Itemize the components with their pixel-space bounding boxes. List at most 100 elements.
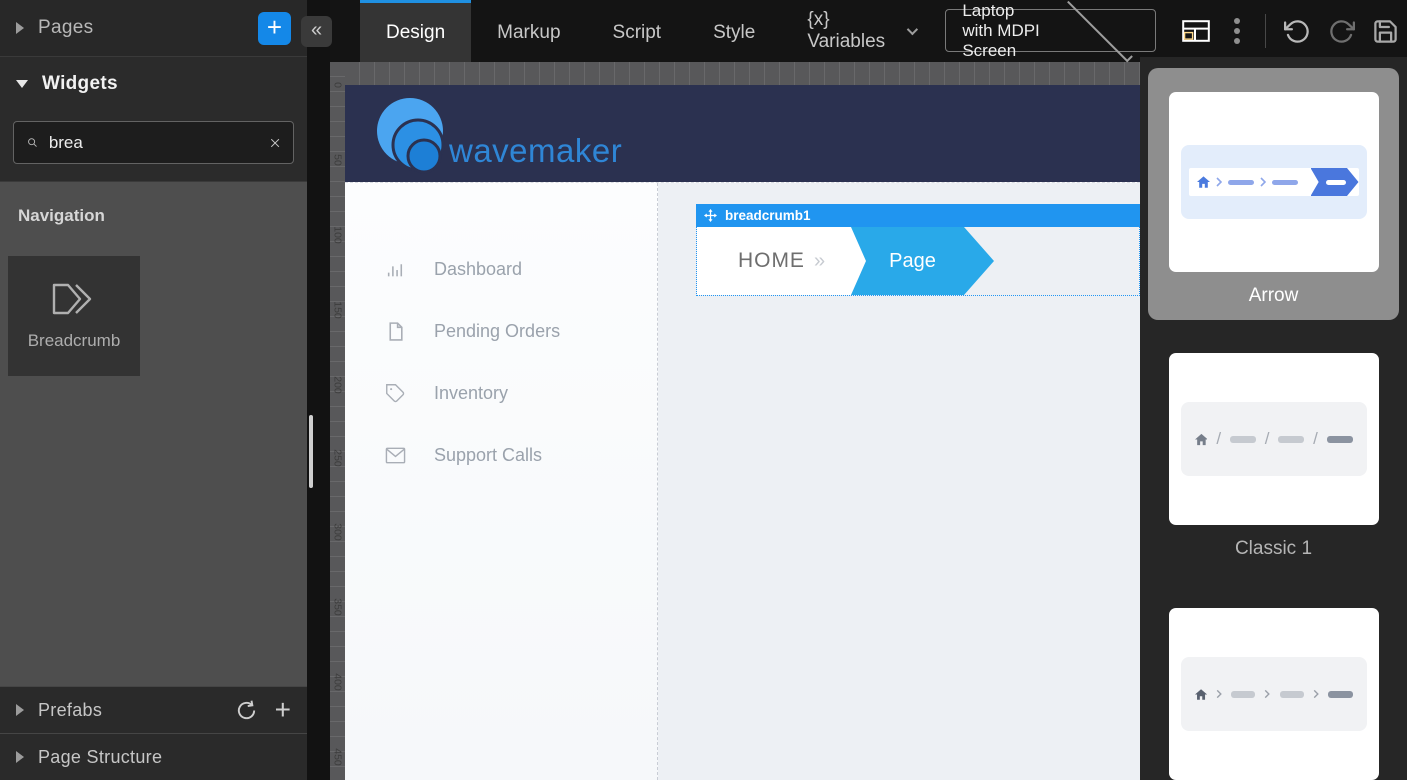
collapse-panel-button[interactable]: « <box>301 16 332 47</box>
more-options-button[interactable] <box>1218 7 1256 55</box>
editor-tabs: Design Markup Script Style <box>360 0 781 62</box>
document-icon <box>385 321 406 342</box>
widget-style-panel: Arrow / / / Classic 1 <box>1140 57 1407 780</box>
third-style-preview <box>1181 657 1367 731</box>
pages-section-header[interactable]: Pages + <box>0 0 307 57</box>
wavemaker-studio: Pages + Widgets Navigation <box>0 0 1407 780</box>
clear-search-icon[interactable] <box>270 135 280 151</box>
breadcrumb-separator: » <box>814 250 825 273</box>
breadcrumb-tile-label: Breadcrumb <box>28 331 121 351</box>
slash-separator: / <box>1216 429 1221 449</box>
style-option-label: Arrow <box>1249 285 1299 307</box>
style-option-classic1[interactable]: / / / <box>1169 353 1379 525</box>
chevron-right-icon <box>16 751 24 763</box>
ruler-label: 450 <box>331 742 345 773</box>
navigation-category-label: Navigation <box>8 206 299 226</box>
selected-widget-name: breadcrumb1 <box>725 208 811 223</box>
undo-button[interactable] <box>1275 7 1319 55</box>
ruler-label: 50 <box>331 145 345 176</box>
prefabs-section-header[interactable]: Prefabs + <box>0 686 307 733</box>
widget-search-results: Navigation Breadcrumb <box>0 182 307 686</box>
home-icon <box>1195 433 1208 446</box>
add-prefab-button[interactable]: + <box>275 698 291 722</box>
widget-search-input[interactable] <box>49 133 270 153</box>
arrow-crumb-shape <box>1311 168 1359 196</box>
widgets-section-header[interactable]: Widgets <box>0 57 307 111</box>
device-selector[interactable]: Laptop with MDPI Screen <box>945 9 1156 52</box>
app-header: wavemaker <box>345 85 1140 182</box>
menu-item-label: Pending Orders <box>434 321 560 342</box>
bar-chart-icon <box>385 259 406 280</box>
breadcrumb-widget[interactable]: HOME » Page <box>696 227 1140 296</box>
redo-button[interactable] <box>1319 7 1363 55</box>
chevron-right-icon <box>1216 688 1222 700</box>
breadcrumb-widget-selection[interactable]: breadcrumb1 HOME » Page <box>696 204 1140 296</box>
classic1-style-preview: / / / <box>1181 402 1367 476</box>
tab-script[interactable]: Script <box>587 0 688 62</box>
style-option-third[interactable] <box>1169 608 1379 780</box>
home-icon <box>1197 176 1210 188</box>
wavemaker-logo-icon <box>375 94 445 176</box>
toolbar-icons <box>1174 0 1407 62</box>
menu-item-support-calls[interactable]: Support Calls <box>345 424 657 486</box>
variables-label: {x} Variables <box>807 9 897 53</box>
tag-icon <box>385 383 406 404</box>
menu-item-dashboard[interactable]: Dashboard <box>345 238 657 300</box>
menu-item-pending-orders[interactable]: Pending Orders <box>345 300 657 362</box>
ruler-label: 0 <box>331 70 345 101</box>
chevron-down-icon <box>1067 0 1133 62</box>
home-icon <box>1195 688 1207 701</box>
layout-panel-button[interactable] <box>1174 7 1218 55</box>
breadcrumb-widget-tile[interactable]: Breadcrumb <box>8 256 140 376</box>
horizontal-ruler <box>345 62 1140 85</box>
ruler-label: 400 <box>331 667 345 698</box>
kebab-menu-icon <box>1234 18 1240 44</box>
ruler-label: 100 <box>331 220 345 251</box>
studio-toolbar: Design Markup Script Style {x} Variables… <box>330 0 1407 62</box>
breadcrumb-item-page[interactable]: Page <box>851 227 994 295</box>
undo-icon <box>1284 18 1311 45</box>
ruler-label: 150 <box>331 295 345 326</box>
menu-item-inventory[interactable]: Inventory <box>345 362 657 424</box>
breadcrumb-item-label: Page <box>889 250 936 273</box>
tab-markup[interactable]: Markup <box>471 0 586 62</box>
chevron-down-icon <box>16 80 28 88</box>
breadcrumb-item-label: HOME <box>738 249 805 273</box>
chevron-right-icon <box>1260 177 1266 187</box>
ruler-label: 250 <box>331 443 345 474</box>
style-option-arrow[interactable]: Arrow <box>1148 68 1399 320</box>
ruler-label: 300 <box>331 517 345 548</box>
save-button[interactable] <box>1363 7 1407 55</box>
move-icon[interactable] <box>704 209 717 222</box>
breadcrumb-icon <box>51 282 97 316</box>
toolbar-divider <box>1265 14 1266 48</box>
pages-section-label: Pages <box>38 17 93 39</box>
save-icon <box>1372 18 1399 45</box>
brand-name: wavemaker <box>449 132 622 170</box>
widget-search-box[interactable] <box>13 121 294 164</box>
breadcrumb-item-home[interactable]: HOME » <box>697 227 866 295</box>
chevron-right-icon <box>1264 688 1270 700</box>
panel-scrollbar[interactable] <box>309 415 313 488</box>
tab-style[interactable]: Style <box>687 0 781 62</box>
refresh-icon[interactable] <box>235 699 258 722</box>
ruler-label: 200 <box>331 370 345 401</box>
page-structure-section-label: Page Structure <box>38 747 162 768</box>
app-main-content: breadcrumb1 HOME » Page <box>658 183 1140 780</box>
page-structure-section-header[interactable]: Page Structure <box>0 733 307 780</box>
selected-widget-label-bar[interactable]: breadcrumb1 <box>696 204 1140 227</box>
widget-search-area <box>0 111 307 182</box>
tab-design[interactable]: Design <box>360 0 471 62</box>
style-card-arrow[interactable] <box>1169 92 1379 272</box>
chevron-right-icon <box>1216 177 1222 187</box>
ruler-label: 350 <box>331 592 345 623</box>
chevron-right-icon <box>16 22 24 34</box>
app-nav-sidebar: Dashboard Pending Orders Inventory <box>345 183 658 780</box>
arrow-style-preview <box>1181 145 1367 219</box>
variables-menu[interactable]: {x} Variables <box>807 0 915 62</box>
slash-separator: / <box>1265 429 1270 449</box>
chevron-down-icon <box>907 24 918 35</box>
add-page-button[interactable]: + <box>258 12 291 45</box>
widget-palette-panel: Pages + Widgets Navigation <box>0 0 307 780</box>
vertical-ruler: 0 50 100 150 200 250 300 350 400 450 <box>330 62 345 780</box>
